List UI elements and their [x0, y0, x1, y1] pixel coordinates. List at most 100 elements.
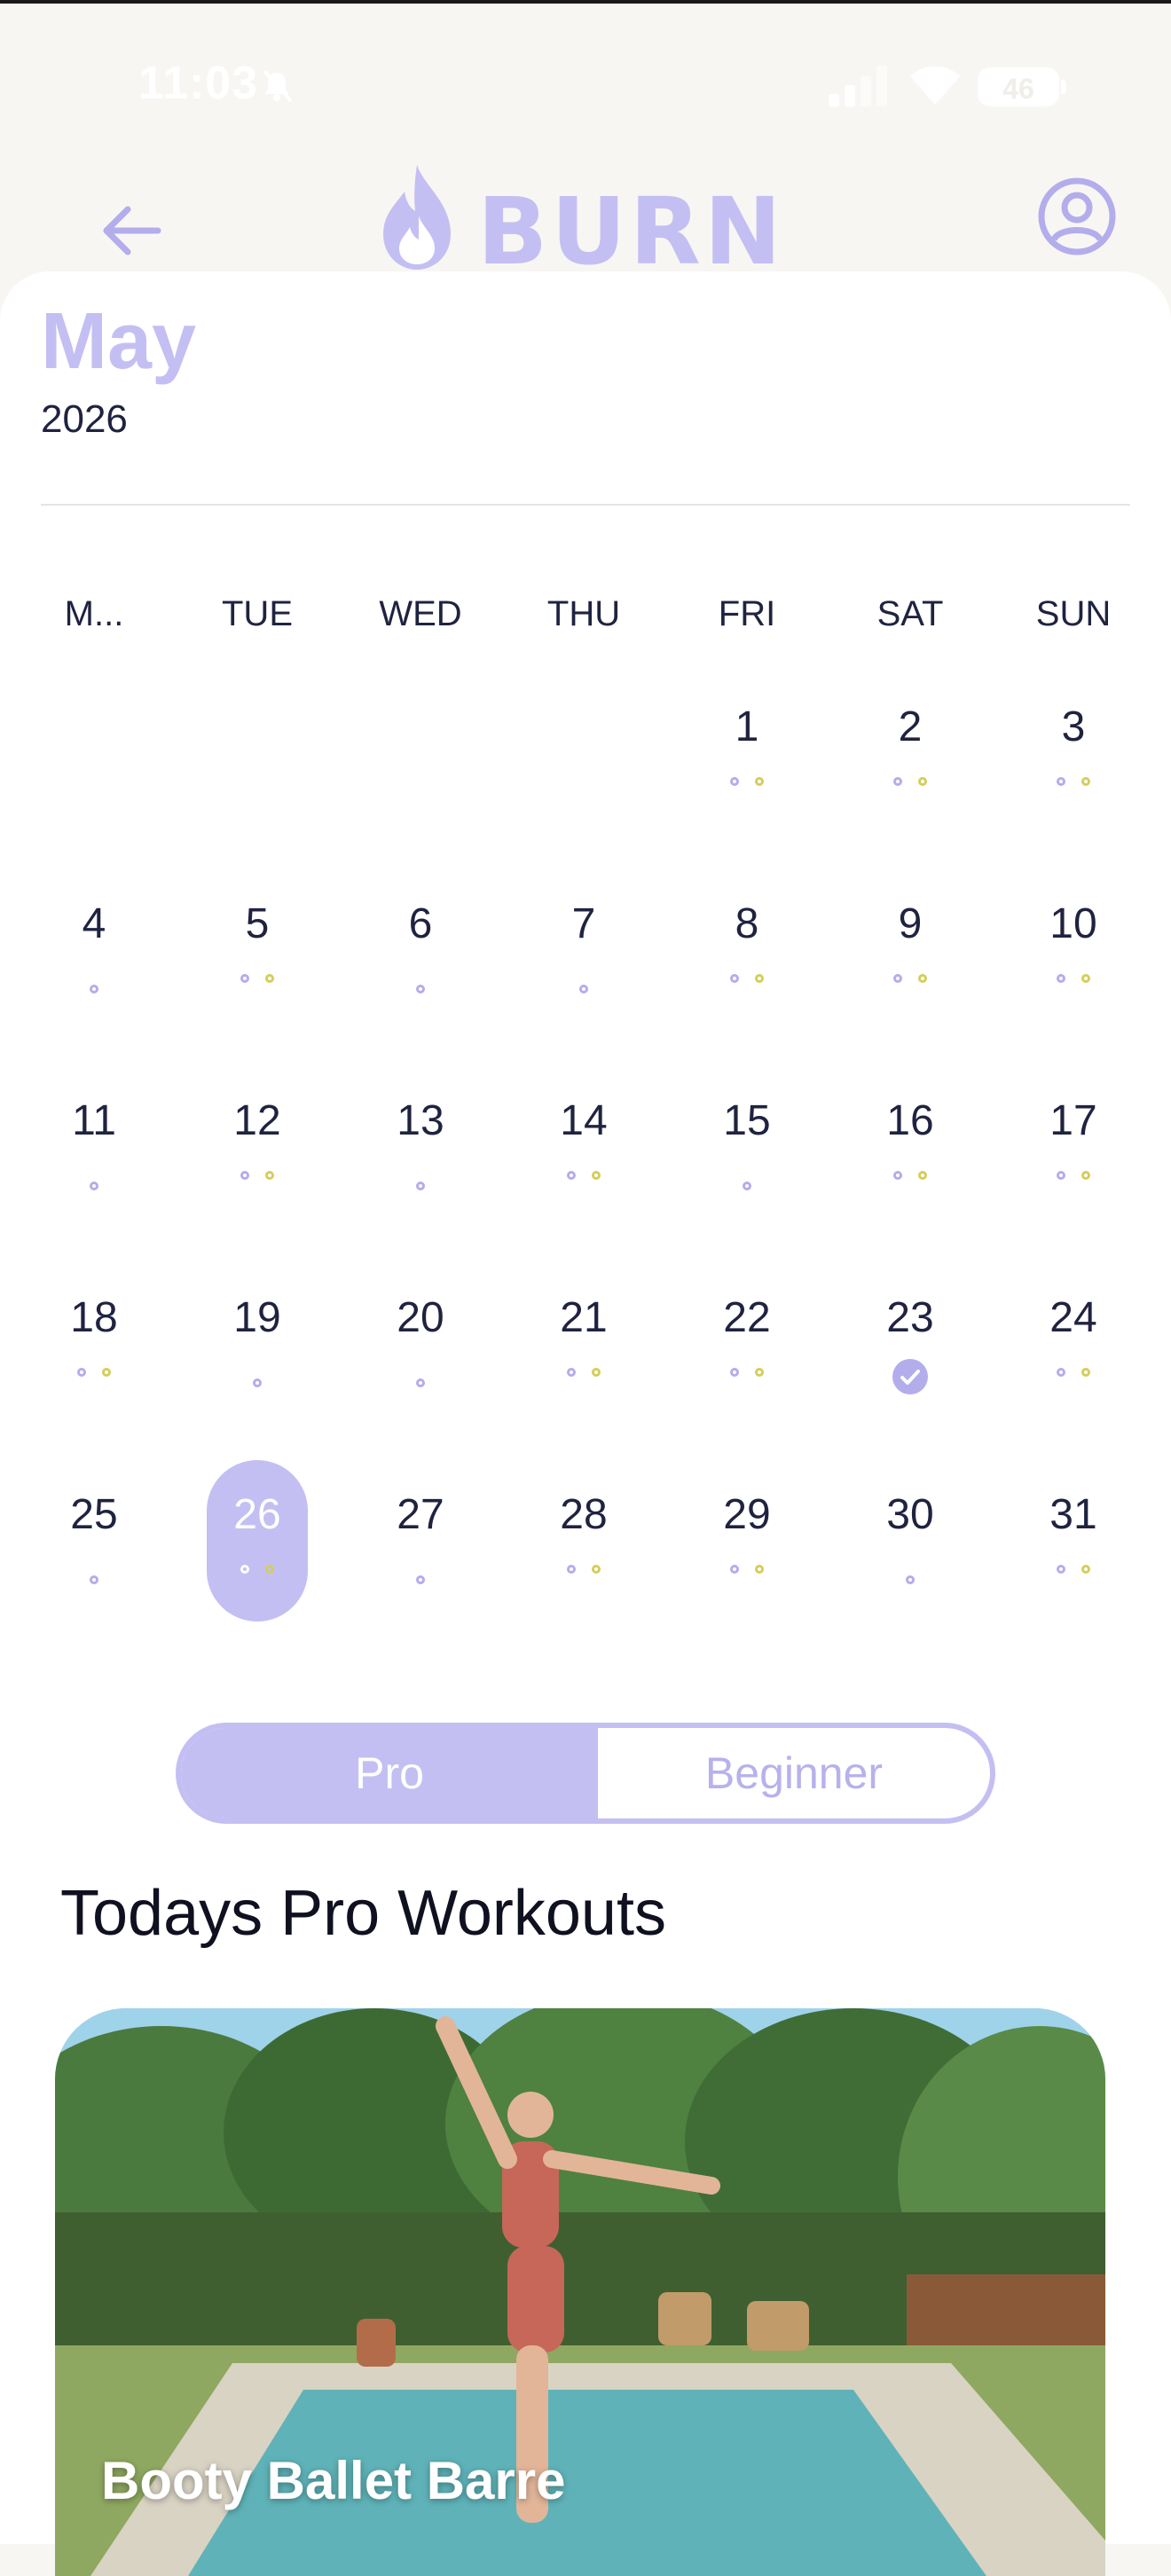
workout-card[interactable]: Booty Ballet Barre	[55, 2008, 1105, 2576]
divider	[41, 504, 1130, 506]
calendar-day[interactable]: 23	[861, 1293, 959, 1453]
workout-dot-icon	[265, 1171, 274, 1180]
calendar-day[interactable]: 25	[45, 1490, 143, 1650]
calendar-day[interactable]: 15	[698, 1096, 796, 1256]
workout-dot-icon	[265, 974, 274, 983]
calendar-day[interactable]: 19	[208, 1293, 306, 1453]
profile-button[interactable]	[1036, 176, 1118, 257]
calendar-day[interactable]: 12	[208, 1096, 306, 1256]
calendar-day[interactable]: 16	[861, 1096, 959, 1256]
weekday-label: M...	[64, 594, 124, 633]
workout-dot-icon	[893, 1171, 902, 1180]
workout-dot-icon	[755, 777, 764, 786]
workout-dot-icon	[240, 1171, 249, 1180]
calendar-day[interactable]: 27	[372, 1490, 469, 1650]
day-number: 23	[886, 1294, 934, 1341]
calendar-day[interactable]: 31	[1025, 1490, 1122, 1650]
day-number: 28	[560, 1491, 608, 1538]
day-number: 2	[898, 703, 923, 750]
workout-dot-icon	[1057, 1171, 1065, 1180]
workout-dot-icon	[893, 777, 902, 786]
day-number: 13	[397, 1097, 444, 1144]
logo-text: BURN	[477, 177, 785, 286]
workout-dot-icon	[90, 1575, 98, 1584]
calendar-day[interactable]: 3	[1025, 703, 1122, 862]
weekday-label: SUN	[1035, 594, 1112, 633]
calendar-day[interactable]: 9	[861, 899, 959, 1059]
workout-dot-icon	[730, 974, 739, 983]
main-card: May 2026 M... TUE WED THU FRI SAT SUN 12345678…	[0, 271, 1171, 2576]
signal-icon	[829, 66, 892, 111]
day-number: 3	[1061, 703, 1086, 750]
workout-dot-icon	[755, 974, 764, 983]
day-number: 7	[571, 900, 596, 947]
calendar-day[interactable]: 17	[1025, 1096, 1122, 1256]
calendar-day[interactable]: 8	[698, 899, 796, 1059]
status-time: 11:03	[138, 58, 259, 109]
workout-dot-icon	[730, 1565, 739, 1574]
workout-dot-icon	[918, 777, 927, 786]
day-number: 22	[723, 1294, 771, 1341]
workout-dot-icon	[265, 1565, 274, 1574]
calendar-day[interactable]: 11	[45, 1096, 143, 1256]
calendar-day[interactable]: 5	[208, 899, 306, 1059]
weekday-label: THU	[546, 594, 621, 633]
workout-dot-icon	[1081, 777, 1090, 786]
calendar-day[interactable]: 18	[45, 1293, 143, 1453]
workout-dot-icon	[416, 1378, 425, 1387]
calendar-day[interactable]: 2	[861, 703, 959, 862]
day-number: 29	[723, 1491, 771, 1538]
day-number: 17	[1049, 1097, 1097, 1144]
completed-check-icon	[892, 1359, 928, 1394]
back-button[interactable]	[98, 195, 169, 266]
workout-dot-icon	[1081, 1565, 1090, 1574]
calendar-day[interactable]: 14	[535, 1096, 633, 1256]
day-number: 10	[1049, 900, 1097, 947]
toggle-pro-button[interactable]: Pro	[181, 1728, 598, 1818]
status-bar: 11:03 46	[0, 4, 1171, 163]
workout-dot-icon	[918, 974, 927, 983]
calendar-day[interactable]: 4	[45, 899, 143, 1059]
workout-dot-icon	[416, 1575, 425, 1584]
weekday-label: SAT	[876, 594, 944, 633]
workout-dot-icon	[416, 985, 425, 993]
calendar-day[interactable]: 30	[861, 1490, 959, 1650]
calendar-day[interactable]: 6	[372, 899, 469, 1059]
workout-dot-icon	[755, 1368, 764, 1377]
workout-dot-icon	[253, 1378, 262, 1387]
workout-dot-icon	[906, 1575, 915, 1584]
calendar-day[interactable]: 1	[698, 703, 796, 862]
calendar-day[interactable]: 10	[1025, 899, 1122, 1059]
calendar-day[interactable]: 22	[698, 1293, 796, 1453]
day-number: 20	[397, 1294, 444, 1341]
workout-title: Booty Ballet Barre	[101, 2451, 566, 2510]
workout-dot-icon	[730, 777, 739, 786]
day-number: 9	[898, 900, 923, 947]
workout-dot-icon	[579, 985, 588, 993]
workout-dot-icon	[592, 1565, 601, 1574]
calendar-day[interactable]: 29	[698, 1490, 796, 1650]
year-label: 2026	[41, 397, 128, 441]
calendar-day[interactable]: 26	[208, 1490, 306, 1650]
calendar-day[interactable]: 13	[372, 1096, 469, 1256]
calendar-day[interactable]: 24	[1025, 1293, 1122, 1453]
day-number: 1	[735, 703, 759, 750]
workout-dot-icon	[240, 974, 249, 983]
toggle-beginner-button[interactable]: Beginner	[598, 1728, 990, 1818]
calendar-day[interactable]: 28	[535, 1490, 633, 1650]
workout-dot-icon	[1081, 974, 1090, 983]
day-number: 5	[245, 900, 270, 947]
calendar-day[interactable]: 7	[535, 899, 633, 1059]
profile-icon	[1038, 177, 1116, 255]
day-number: 11	[72, 1097, 116, 1144]
day-number: 21	[560, 1294, 608, 1341]
day-number: 18	[70, 1294, 118, 1341]
weekday-header-row: M... TUE WED THU FRI SAT SUN	[0, 594, 1171, 648]
mute-icon	[259, 67, 295, 107]
calendar-day[interactable]: 21	[535, 1293, 633, 1453]
calendar-day[interactable]: 20	[372, 1293, 469, 1453]
workout-dot-icon	[755, 1565, 764, 1574]
day-number: 19	[233, 1294, 281, 1341]
day-number: 27	[397, 1491, 444, 1538]
section-title: Todays Pro Workouts	[60, 1878, 666, 1949]
